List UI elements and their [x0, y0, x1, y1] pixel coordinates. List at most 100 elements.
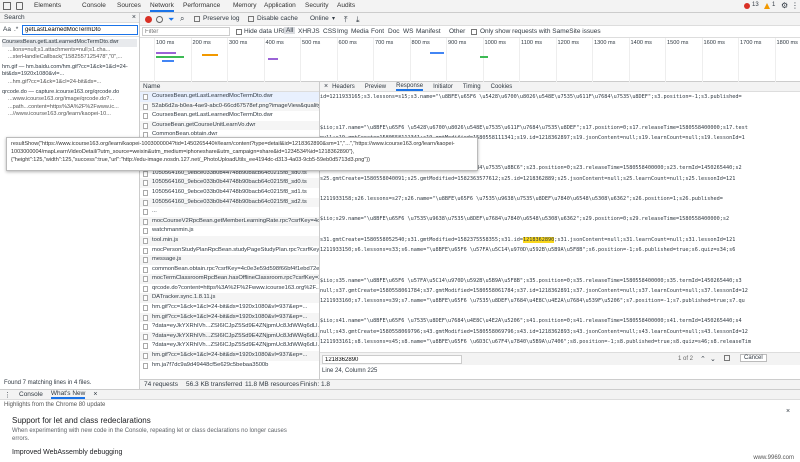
close-icon[interactable]: × [786, 408, 790, 415]
tab-initiator[interactable]: Initiator [433, 84, 453, 90]
column-header-name[interactable]: Name [140, 82, 319, 92]
request-row[interactable]: ... [140, 207, 319, 217]
close-icon[interactable]: × [132, 14, 136, 21]
filter-type-doc[interactable]: Doc [388, 28, 400, 35]
result-line[interactable]: ...lions=null;s1.attachments=null;s1.cha… [2, 47, 137, 55]
filter-input[interactable] [142, 27, 230, 36]
close-icon[interactable]: × [324, 83, 328, 90]
filter-type-media[interactable]: Media [351, 28, 369, 35]
filter-type-ws[interactable]: WS [403, 28, 413, 35]
request-row[interactable]: 52ab6d2a-b0ea-4ae9-abc0-66cd67578ef.png?… [140, 101, 319, 112]
result-file[interactable]: qrcode.do — capture.icourse163.org/qrcod… [2, 89, 137, 97]
tab-preview[interactable]: Preview [365, 84, 386, 90]
warning-count[interactable]: 1 [772, 2, 775, 8]
request-row[interactable]: hm.ja7f7dc9a9d49448cf5e629c5bebaa3500b [140, 361, 319, 371]
request-row[interactable]: hm.gif?cc=1&ck=1&cl=24-bit&ds=1920x1080&… [140, 312, 319, 323]
tab-application[interactable]: Application [264, 2, 296, 9]
filter-type-all[interactable]: All [284, 27, 296, 34]
inspect-icon[interactable] [3, 2, 11, 10]
preserve-log-checkbox[interactable] [194, 16, 200, 22]
request-row[interactable]: 1050564160_9ebce033b0b44748b90bacb64c021… [140, 188, 319, 198]
record-icon[interactable] [145, 16, 152, 23]
tab-memory[interactable]: Memory [233, 2, 256, 9]
request-row[interactable]: qrcode.do?content=https%3A%2F%2Fwww.icou… [140, 284, 319, 294]
result-line[interactable]: ...//www.icourse163.org/learn/kaopei-10.… [2, 111, 137, 119]
filter-type-css[interactable]: CSS [323, 28, 336, 35]
result-line[interactable]: ...path...content=https%3A%2F%2Fwww.ic..… [2, 104, 137, 112]
search-icon[interactable]: ⌕ [180, 14, 184, 24]
filter-type-js[interactable]: JS [312, 28, 320, 35]
disable-cache-checkbox[interactable] [248, 16, 254, 22]
feature-title[interactable]: Support for let and class redeclarations [0, 410, 800, 425]
more-icon[interactable]: ⋮ [791, 1, 799, 10]
tab-headers[interactable]: Headers [332, 84, 355, 90]
request-row[interactable]: CoursesBean.getLastLearnedMocTermDto.dwr [140, 92, 319, 102]
search-input[interactable] [22, 25, 138, 35]
device-toolbar-icon[interactable] [16, 2, 23, 10]
import-icon[interactable]: ⤒ [344, 15, 348, 25]
tab-elements[interactable]: Elements [34, 2, 61, 9]
settings-icon[interactable]: ⚙ [781, 1, 788, 10]
request-row[interactable]: hm.gif?cc=1&ck=1&cl=24-bit&ds=1920x1080&… [140, 351, 319, 361]
filter-type-img[interactable]: Img [337, 28, 348, 35]
request-row[interactable]: commonBean.obtain.rpc?csrfKey=4c0e3e59d5… [140, 265, 319, 275]
filter-type-font[interactable]: Font [371, 28, 384, 35]
filter-icon[interactable]: ⏷ [168, 15, 174, 25]
request-row[interactable]: ?data=eyJkYXRhIVh...ZSI6ICJpZ5Sd9E4ZNjpm… [140, 322, 319, 332]
export-icon[interactable]: ⤓ [356, 15, 360, 25]
chevron-down-icon[interactable]: ▾ [332, 15, 335, 22]
request-row[interactable]: 1050564160_9ebce033b0b44748b90bacb64c021… [140, 178, 319, 188]
result-line[interactable]: ...www.icourse163.org/image/qrcode.do?..… [2, 96, 137, 104]
result-file[interactable]: hm.gif — hm.baidu.com/hm.gif?cc=1&ck=1&c… [2, 64, 137, 79]
response-code[interactable]: id=1211933165;s3.lessons=s15;s3.name="\u… [320, 94, 800, 362]
request-row[interactable]: mocCourseV2RpcBean.getMemberLearningRate… [140, 216, 319, 227]
hide-data-urls-checkbox[interactable] [236, 29, 242, 35]
request-row[interactable]: tool.min.js [140, 235, 319, 246]
case-checkbox[interactable] [724, 355, 730, 361]
result-file[interactable]: CoursesBean.getLastLearnedMocTermDto.dwr [2, 39, 137, 47]
match-case-button[interactable]: Aa [3, 26, 11, 33]
samesite-checkbox[interactable] [471, 29, 477, 35]
tab-cookies[interactable]: Cookies [491, 84, 513, 90]
cancel-button[interactable]: Cancel [740, 354, 767, 362]
tab-console[interactable]: Console [82, 2, 106, 9]
filter-type-manifest[interactable]: Manifest [416, 28, 441, 35]
clear-icon[interactable] [156, 16, 163, 23]
tab-audits[interactable]: Audits [337, 2, 355, 9]
result-line[interactable]: ...sterHandleCallback("1582557125478","0… [2, 54, 137, 62]
request-row[interactable]: hm.gif?cc=1&ck=1&cl=24-bit&ds=1920x1080&… [140, 303, 319, 313]
request-row[interactable]: mocTermClassroomRpcBean.hasOfflineClassr… [140, 274, 319, 284]
tab-whats-new[interactable]: What's New [50, 390, 86, 399]
error-count[interactable]: 13 [752, 2, 759, 8]
chevron-up-icon[interactable]: ⌃ [700, 355, 706, 363]
request-row[interactable]: message.js [140, 255, 319, 265]
timeline-overview[interactable]: 100 ms 200 ms 300 ms 400 ms 500 ms 600 ms 700 … [140, 38, 800, 82]
tab-security[interactable]: Security [305, 2, 328, 9]
tab-timing[interactable]: Timing [463, 84, 481, 90]
request-row[interactable]: CoursesBean.getLastLearnedMocTermDto.dwr [140, 111, 319, 121]
tab-sources[interactable]: Sources [117, 2, 141, 9]
result-line[interactable]: ...hm.gif?cc=1&ck=1&cl=24-bit&ds=... [2, 79, 137, 87]
close-icon[interactable]: × [93, 391, 97, 398]
tab-drawer-console[interactable]: Console [19, 391, 43, 398]
drawer-menu-icon[interactable]: ⋮ [4, 391, 11, 399]
request-row[interactable]: ?data=eyJkYXRhIVh...ZSI6ICJpZ5Sd9E4ZNjpm… [140, 341, 319, 351]
filter-type-other[interactable]: Other [449, 28, 465, 35]
find-input[interactable] [322, 355, 462, 364]
tab-performance[interactable]: Performance [183, 2, 220, 9]
feature-title-2[interactable]: Improved WebAssembly debugging [0, 445, 800, 456]
tab-network[interactable]: Network [150, 2, 174, 12]
request-row[interactable]: 1050564160_9ebce033b0b44748b90bacb64c021… [140, 197, 319, 208]
throttle-select[interactable]: Online [310, 15, 329, 22]
request-row[interactable]: DATracker.sync.1.8.11.js [140, 293, 319, 304]
chevron-down-icon[interactable]: ⌄ [710, 355, 716, 363]
request-row[interactable]: ?data=eyJkYXRhIVh...ZSI6ICJpZ5Sd9E4ZNjpm… [140, 331, 319, 342]
request-row[interactable]: watchmanmin.js [140, 226, 319, 236]
warning-icon[interactable] [764, 3, 770, 9]
regex-button[interactable]: .* [14, 26, 18, 33]
request-row[interactable]: mocPersonStudyPlanRpcBean.studyPageStudy… [140, 246, 319, 256]
request-row[interactable]: CourseBean.getCourseUnitLearnVo.dwr [140, 120, 319, 131]
tab-response[interactable]: Response [396, 83, 424, 91]
error-icon[interactable] [744, 3, 750, 9]
filter-type-xhr[interactable]: XHR [298, 28, 312, 35]
